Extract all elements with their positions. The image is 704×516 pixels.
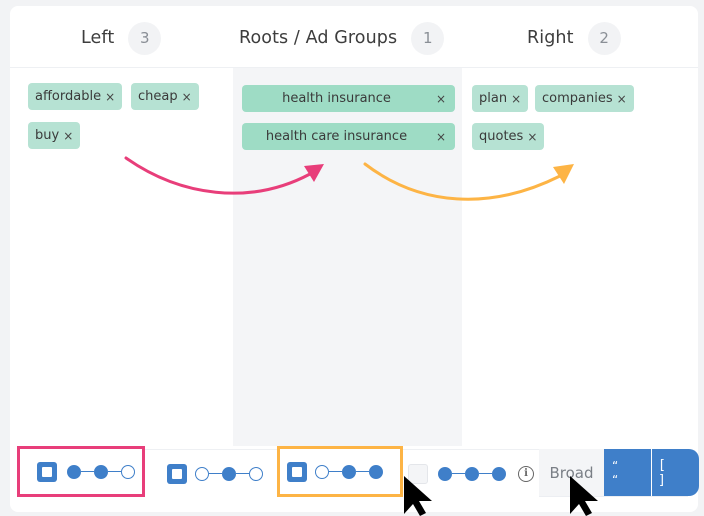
chip-label: health insurance	[282, 91, 391, 106]
remove-chip-icon[interactable]: ×	[436, 92, 446, 106]
right-column: plan × companies × quotes ×	[462, 68, 688, 446]
keyword-chip[interactable]: cheap ×	[131, 83, 199, 110]
middle-count-badge: 1	[411, 21, 445, 55]
remove-chip-icon[interactable]: ×	[63, 129, 73, 143]
remove-chip-icon[interactable]: ×	[511, 92, 521, 106]
info-icon[interactable]: i	[518, 465, 534, 482]
root-keyword-chip[interactable]: health insurance ×	[242, 85, 455, 112]
remove-chip-icon[interactable]: ×	[182, 90, 192, 104]
column-header-row: Left 3 Roots / Ad Groups 1 Right 2	[10, 6, 698, 68]
keyword-chip[interactable]: affordable ×	[28, 83, 123, 110]
keyword-chip[interactable]: plan ×	[472, 85, 529, 112]
left-column-title: Left	[81, 28, 115, 48]
keyword-chip[interactable]: buy ×	[28, 122, 81, 149]
chip-label: buy	[35, 128, 60, 143]
exact-match-button[interactable]: [ ]	[652, 449, 699, 496]
combo-all[interactable]: i	[403, 449, 539, 497]
combo-left-root[interactable]	[17, 446, 145, 497]
combo-checkbox[interactable]	[37, 461, 57, 482]
remove-chip-icon[interactable]: ×	[527, 130, 537, 144]
combination-toolbar: i Broad “ “ [ ]	[17, 446, 699, 497]
remove-chip-icon[interactable]: ×	[436, 130, 446, 144]
match-type-group: “ “ [ ]	[604, 449, 699, 496]
middle-column-title: Roots / Ad Groups	[239, 28, 398, 48]
root-keyword-chip[interactable]: health care insurance ×	[242, 123, 455, 150]
chip-label: cheap	[138, 89, 178, 104]
combo-pattern-icon	[438, 466, 506, 481]
right-count-badge: 2	[587, 21, 621, 55]
combo-checkbox[interactable]	[408, 463, 428, 484]
right-column-header: Right 2	[527, 21, 621, 55]
chip-label: plan	[479, 91, 508, 106]
keyword-chip[interactable]: quotes ×	[472, 123, 545, 150]
combo-pattern-icon	[195, 466, 263, 481]
phrase-match-button[interactable]: “ “	[604, 449, 652, 496]
combo-root-right[interactable]	[277, 446, 403, 497]
chip-label: affordable	[35, 89, 102, 104]
keyword-chip[interactable]: companies ×	[535, 85, 634, 112]
remove-chip-icon[interactable]: ×	[617, 92, 627, 106]
keyword-combiner-card: Left 3 Roots / Ad Groups 1 Right 2 affor…	[10, 6, 699, 512]
combo-pattern-icon	[315, 464, 383, 479]
left-column: affordable × cheap × buy ×	[20, 68, 232, 446]
chip-label: companies	[542, 91, 613, 106]
left-column-header: Left 3	[81, 21, 162, 55]
left-count-badge: 3	[128, 21, 162, 55]
middle-column-header: Roots / Ad Groups 1	[239, 21, 445, 55]
chip-label: quotes	[479, 129, 524, 144]
combo-pattern-icon	[67, 464, 135, 479]
chip-label: health care insurance	[265, 129, 408, 144]
broad-match-button[interactable]: Broad	[539, 449, 604, 496]
combo-root-only[interactable]	[145, 449, 277, 497]
combo-checkbox[interactable]	[167, 463, 187, 484]
remove-chip-icon[interactable]: ×	[105, 90, 115, 104]
combo-checkbox[interactable]	[287, 461, 307, 482]
right-column-title: Right	[527, 28, 574, 48]
roots-column: health insurance × health care insurance…	[233, 68, 462, 446]
